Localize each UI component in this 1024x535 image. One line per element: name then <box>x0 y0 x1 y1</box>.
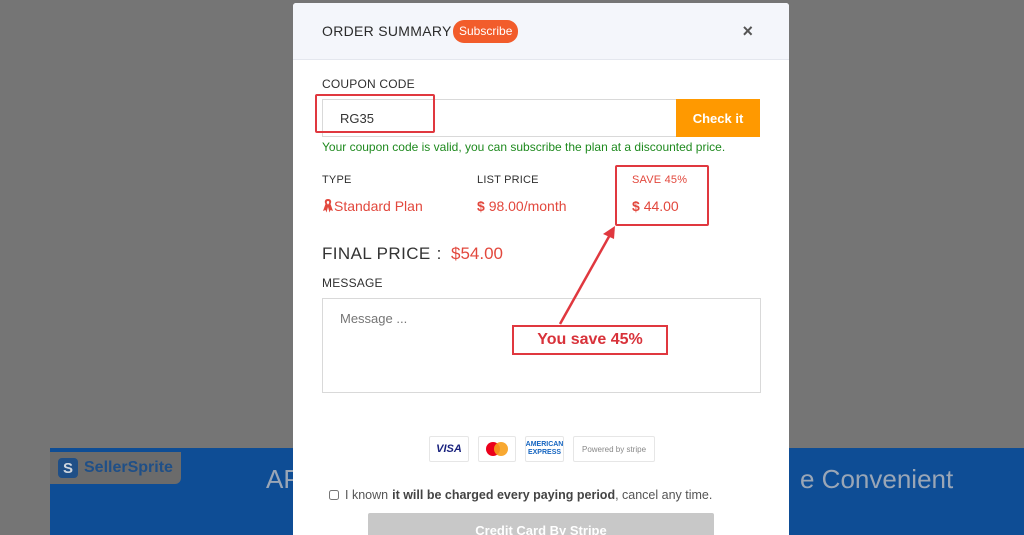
plan-type-text: Standard Plan <box>334 198 423 214</box>
mastercard-icon <box>486 442 508 456</box>
final-price-colon: : <box>436 244 442 263</box>
sellersprite-logo: S SellerSprite <box>50 452 181 484</box>
background-heading-right: e Convenient <box>800 464 954 494</box>
order-summary-modal: ORDER SUMMARY Subscribe × COUPON CODE Ch… <box>293 3 789 535</box>
list-price-header: LIST PRICE <box>477 174 539 186</box>
coupon-code-input[interactable] <box>322 99 676 137</box>
credit-card-stripe-button[interactable]: Credit Card By Stripe <box>368 513 714 535</box>
mastercard-logo <box>478 436 516 462</box>
terms-suffix: , cancel any time. <box>615 488 713 502</box>
amex-line2: EXPRESS <box>527 449 562 456</box>
final-price-label: FINAL PRICE: <box>322 244 442 264</box>
you-save-callout: You save 45% <box>512 325 668 355</box>
save-highlight-box <box>615 165 709 226</box>
list-price-amount: 98.00/month <box>488 198 567 214</box>
payment-logos: VISA AMERICAN EXPRESS Powered by stripe <box>429 436 655 462</box>
sellersprite-logo-icon: S <box>58 458 78 478</box>
close-icon[interactable]: × <box>742 21 753 42</box>
final-price-value: $54.00 <box>451 244 503 263</box>
terms-prefix: I known <box>345 488 389 502</box>
check-coupon-button[interactable]: Check it <box>676 99 760 137</box>
ribbon-icon <box>323 199 333 213</box>
terms-checkbox[interactable] <box>329 490 339 500</box>
modal-header: ORDER SUMMARY Subscribe × <box>293 3 789 60</box>
terms-bold: it will be charged every paying period <box>392 488 616 502</box>
amex-logo: AMERICAN EXPRESS <box>525 436 564 462</box>
modal-title: ORDER SUMMARY <box>322 23 452 39</box>
list-price-value: $ 98.00/month <box>477 198 567 214</box>
list-price-currency: $ <box>477 198 485 214</box>
coupon-valid-message: Your coupon code is valid, you can subsc… <box>322 140 726 154</box>
powered-by-stripe-badge: Powered by stripe <box>573 436 655 462</box>
type-header: TYPE <box>322 174 352 186</box>
coupon-code-label: COUPON CODE <box>322 77 415 91</box>
subscribe-badge: Subscribe <box>453 20 519 43</box>
visa-logo: VISA <box>429 436 469 462</box>
final-price-label-text: FINAL PRICE <box>322 244 431 263</box>
message-label: MESSAGE <box>322 276 383 290</box>
amex-line1: AMERICAN <box>525 441 564 448</box>
plan-type-value: Standard Plan <box>322 198 423 214</box>
terms-checkbox-row[interactable]: I known it will be charged every paying … <box>329 488 712 502</box>
sellersprite-logo-text: SellerSprite <box>84 459 173 476</box>
